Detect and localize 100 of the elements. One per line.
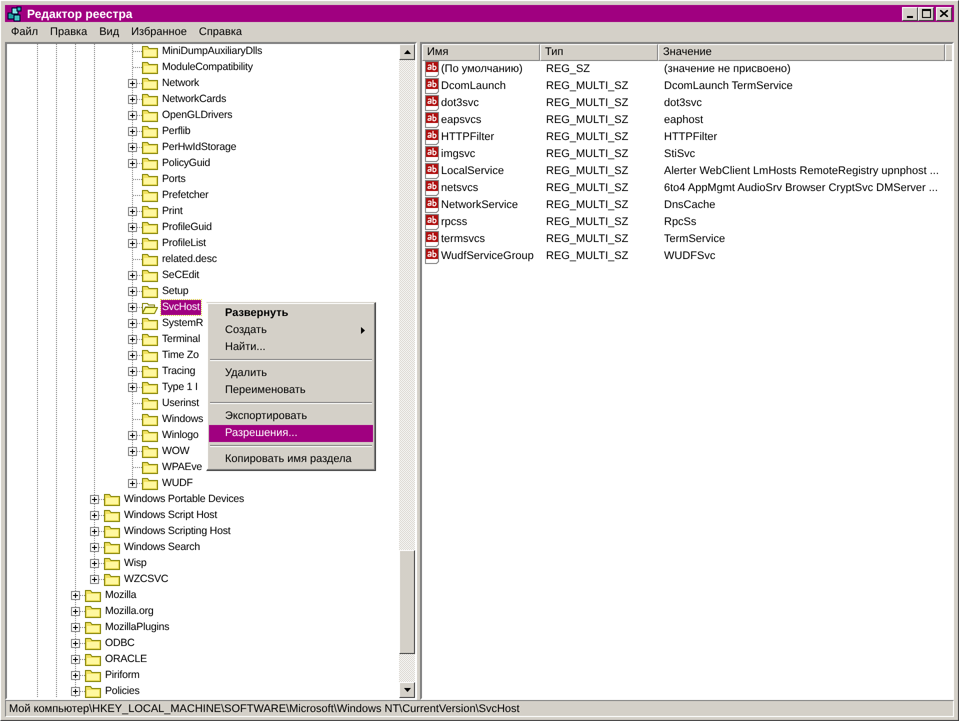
column-header[interactable]: Значение (658, 44, 945, 61)
tree-item[interactable]: ORACLE (104, 652, 148, 668)
tree-item[interactable]: ODBC (104, 636, 136, 652)
tree-item[interactable]: Prefetcher (161, 188, 210, 204)
tree-item[interactable]: Time Zo (161, 348, 200, 364)
tree-item[interactable]: WUDF (161, 476, 194, 492)
tree-item[interactable]: Userinst (161, 396, 200, 412)
value-data: WUDFSvc (663, 250, 716, 262)
menu-item[interactable]: Найти... (209, 338, 373, 356)
expand-icon[interactable] (128, 478, 137, 488)
column-header[interactable]: Имя (422, 44, 540, 61)
menu-item[interactable]: Развернуть (209, 304, 373, 322)
tree-item[interactable]: Windows Scripting Host (123, 524, 232, 540)
folder-icon (104, 524, 120, 539)
tree-item[interactable]: WZCSVC (123, 572, 170, 588)
expand-icon[interactable] (128, 366, 137, 376)
expand-icon[interactable] (128, 142, 137, 152)
expand-icon[interactable] (90, 574, 99, 584)
expand-icon[interactable] (71, 590, 80, 600)
tree-item[interactable]: WPAEve (161, 460, 204, 476)
menu-item[interactable]: Файл (5, 26, 44, 38)
expand-icon[interactable] (71, 670, 80, 680)
menu-item[interactable]: Копировать имя раздела (209, 450, 373, 468)
expand-icon[interactable] (128, 318, 137, 328)
tree-item[interactable]: ProfileList (161, 236, 207, 252)
scroll-up-button[interactable] (399, 44, 415, 60)
expand-icon[interactable] (128, 206, 137, 216)
expand-icon[interactable] (71, 654, 80, 664)
expand-icon[interactable] (128, 126, 137, 136)
scrollbar-thumb[interactable] (399, 550, 415, 654)
expand-icon[interactable] (128, 158, 137, 168)
expand-icon[interactable] (71, 638, 80, 648)
expand-icon[interactable] (90, 494, 99, 504)
tree-item[interactable]: OpenGLDrivers (161, 108, 234, 124)
tree-item[interactable]: Terminal (161, 332, 202, 348)
expand-icon[interactable] (128, 286, 137, 296)
tree-item[interactable]: SystemR (161, 316, 204, 332)
menu-item[interactable]: Справка (192, 26, 248, 38)
menu-item[interactable]: Вид (93, 26, 126, 38)
expand-icon[interactable] (128, 78, 137, 88)
expand-icon[interactable] (90, 510, 99, 520)
tree-item[interactable]: Print (161, 204, 184, 220)
tree-item[interactable]: MozillaPlugins (104, 620, 170, 636)
tree-item[interactable]: Windows Script Host (123, 508, 218, 524)
tree-item[interactable]: Tracing (161, 364, 196, 380)
tree-item[interactable]: Windows Search (123, 540, 201, 556)
tree-item[interactable]: SeCEdit (161, 268, 200, 284)
tree-item[interactable]: Ports (161, 172, 187, 188)
tree-item[interactable]: PerHwIdStorage (161, 140, 238, 156)
menu-item[interactable]: Переименовать (209, 382, 373, 399)
tree-item[interactable]: ModuleCompatibility (161, 60, 254, 76)
expand-icon[interactable] (128, 382, 137, 392)
expand-icon[interactable] (128, 430, 137, 440)
folder-icon (142, 140, 158, 155)
tree-item[interactable]: Type 1 I (161, 380, 199, 396)
menu-item[interactable]: Разрешения... (209, 424, 373, 442)
tree-item[interactable]: SvcHost (161, 300, 201, 316)
tree-item[interactable]: Wisp (123, 556, 148, 572)
tree-item[interactable]: NetworkCards (161, 92, 228, 108)
expand-icon[interactable] (128, 270, 137, 280)
expand-icon[interactable] (71, 686, 80, 696)
tree-item[interactable]: Policies (104, 684, 141, 698)
tree-item[interactable]: Piriform (104, 668, 141, 684)
expand-icon[interactable] (128, 238, 137, 248)
column-header[interactable]: Тип (540, 44, 658, 61)
tree-item[interactable]: MiniDumpAuxiliaryDlls (161, 44, 264, 60)
expand-icon[interactable] (90, 542, 99, 552)
menu-item[interactable]: Удалить (209, 364, 373, 382)
scroll-down-button[interactable] (399, 682, 415, 698)
expand-icon[interactable] (128, 94, 137, 104)
expand-icon[interactable] (128, 110, 137, 120)
tree-item[interactable]: related.desc (161, 252, 218, 268)
expand-icon[interactable] (128, 446, 137, 456)
menu-item[interactable]: Создать (209, 322, 373, 339)
string-value-icon (424, 180, 440, 196)
expand-icon[interactable] (128, 334, 137, 344)
close-button[interactable] (936, 6, 952, 21)
expand-icon[interactable] (128, 302, 137, 312)
tree-item[interactable]: Perflib (161, 124, 192, 140)
tree-item[interactable]: ProfileGuid (161, 220, 213, 236)
menu-item[interactable]: Правка (44, 26, 94, 38)
tree-item[interactable]: Windows (161, 412, 204, 428)
expand-icon[interactable] (90, 558, 99, 568)
minimize-button[interactable] (902, 6, 918, 21)
maximize-button[interactable] (918, 6, 934, 21)
tree-item[interactable]: Network (161, 76, 200, 92)
tree-item[interactable]: Mozilla.org (104, 604, 155, 620)
tree-item[interactable]: Setup (161, 284, 190, 300)
tree-item[interactable]: Winlogo (161, 428, 200, 444)
tree-item[interactable]: Mozilla (104, 588, 138, 604)
expand-icon[interactable] (71, 606, 80, 616)
expand-icon[interactable] (90, 526, 99, 536)
expand-icon[interactable] (128, 350, 137, 360)
menu-item[interactable]: Избранное (125, 26, 193, 38)
menu-item[interactable]: Экспортировать (209, 408, 373, 425)
expand-icon[interactable] (71, 622, 80, 632)
tree-item[interactable]: WOW (161, 444, 190, 460)
expand-icon[interactable] (128, 222, 137, 232)
tree-item[interactable]: Windows Portable Devices (123, 492, 246, 508)
tree-item[interactable]: PolicyGuid (161, 156, 212, 172)
